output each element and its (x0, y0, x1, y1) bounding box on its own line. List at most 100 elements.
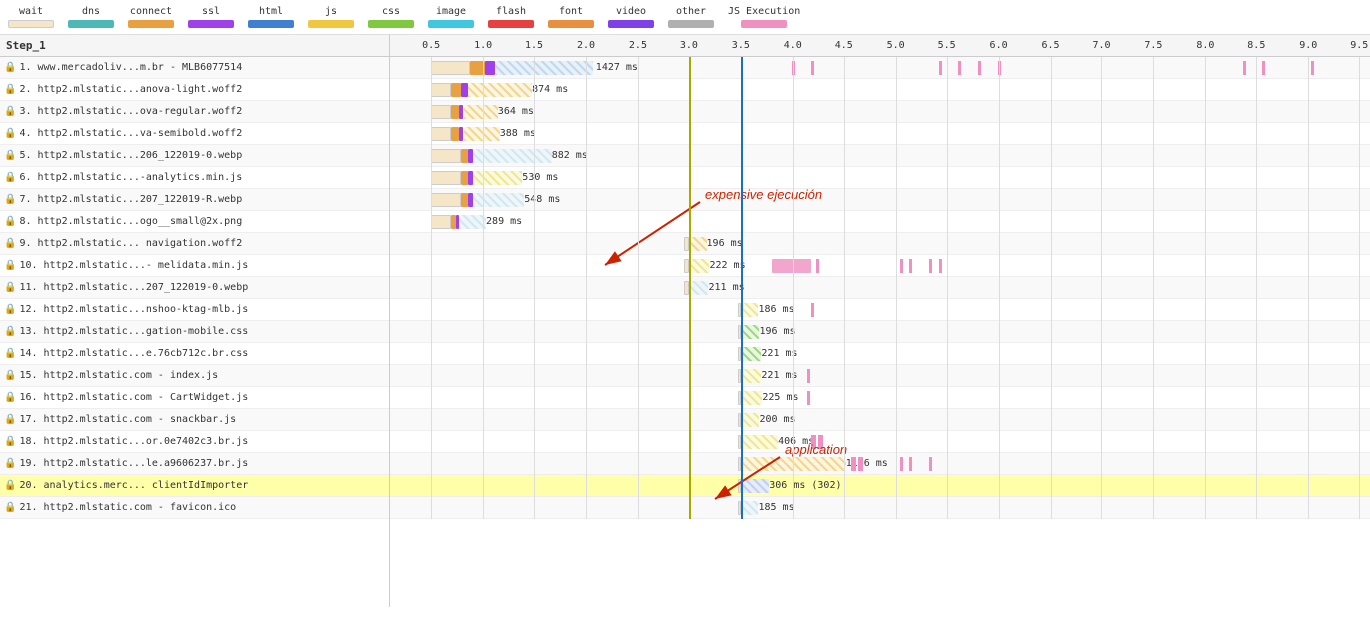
lock-icon-21: 🔒 (4, 502, 16, 513)
annotation-expensive: expensive ejecución (705, 187, 822, 202)
legend-connect: connect (128, 6, 174, 28)
request-row-15[interactable]: 🔒 15. http2.mlstatic.com - index.js (0, 365, 389, 387)
tick-8.5: 8.5 (1247, 40, 1265, 51)
lock-icon-17: 🔒 (4, 414, 16, 425)
request-row-9[interactable]: 🔒 9. http2.mlstatic... navigation.woff2 (0, 233, 389, 255)
lock-icon-12: 🔒 (4, 304, 16, 315)
tick-3.0: 3.0 (680, 40, 698, 51)
legend-font: font (548, 6, 594, 28)
tick-6.5: 6.5 (1041, 40, 1059, 51)
request-row-17[interactable]: 🔒 17. http2.mlstatic.com - snackbar.js (0, 409, 389, 431)
timeline-row-2[interactable]: 874 ms (390, 79, 1370, 101)
tick-0.5: 0.5 (422, 40, 440, 51)
lock-icon-13: 🔒 (4, 326, 16, 337)
request-row-6[interactable]: 🔒 6. http2.mlstatic...-analytics.min.js (0, 167, 389, 189)
request-name-2: 2. http2.mlstatic...anova-light.woff2 (19, 84, 242, 95)
request-row-19[interactable]: 🔒 19. http2.mlstatic...le.a9606237.br.js (0, 453, 389, 475)
legend-bar: wait dns connect ssl html js css image (0, 0, 1370, 35)
timeline-row-8[interactable]: 289 ms (390, 211, 1370, 233)
timeline-row-13[interactable]: 196 ms (390, 321, 1370, 343)
timeline-row-9[interactable]: 196 ms (390, 233, 1370, 255)
request-name-4: 4. http2.mlstatic...va-semibold.woff2 (19, 128, 242, 139)
tick-5.5: 5.5 (938, 40, 956, 51)
legend-flash-label: flash (496, 6, 526, 17)
request-name-20: 20. analytics.merc... clientIdImporter (19, 480, 248, 491)
request-row-16[interactable]: 🔒 16. http2.mlstatic.com - CartWidget.js (0, 387, 389, 409)
timeline-row-18[interactable]: 406 ms (390, 431, 1370, 453)
request-row-18[interactable]: 🔒 18. http2.mlstatic...or.0e7402c3.br.js (0, 431, 389, 453)
legend-ssl: ssl (188, 6, 234, 28)
tick-2.5: 2.5 (629, 40, 647, 51)
legend-dns-label: dns (82, 6, 100, 17)
request-row-21[interactable]: 🔒 21. http2.mlstatic.com - favicon.ico (0, 497, 389, 519)
legend-flash: flash (488, 6, 534, 28)
timeline-row-4[interactable]: 388 ms (390, 123, 1370, 145)
request-row-7[interactable]: 🔒 7. http2.mlstatic...207_122019-R.webp (0, 189, 389, 211)
lock-icon-8: 🔒 (4, 216, 16, 227)
legend-video-color (608, 20, 654, 28)
legend-ssl-color (188, 20, 234, 28)
request-row-1[interactable]: 🔒 1. www.mercadoliv...m.br - MLB6077514 (0, 57, 389, 79)
timeline-row-15[interactable]: 221 ms (390, 365, 1370, 387)
lock-icon-3: 🔒 (4, 106, 16, 117)
lock-icon-2: 🔒 (4, 84, 16, 95)
request-name-11: 11. http2.mlstatic...207_122019-0.webp (19, 282, 248, 293)
request-row-5[interactable]: 🔒 5. http2.mlstatic...206_122019-0.webp (0, 145, 389, 167)
request-row-8[interactable]: 🔒 8. http2.mlstatic...ogo__small@2x.png (0, 211, 389, 233)
legend-wait-label: wait (19, 6, 43, 17)
timeline-row-6[interactable]: 530 ms (390, 167, 1370, 189)
timeline-row-17[interactable]: 200 ms (390, 409, 1370, 431)
request-row-3[interactable]: 🔒 3. http2.mlstatic...ova-regular.woff2 (0, 101, 389, 123)
timeline-row-10[interactable]: 222 ms (390, 255, 1370, 277)
right-panel: 0.5 1.0 1.5 2.0 2.5 3.0 3.5 4.0 4.5 5.0 … (390, 35, 1370, 607)
timeline-row-1[interactable]: 1427 ms (390, 57, 1370, 79)
timeline-row-12[interactable]: 186 ms (390, 299, 1370, 321)
legend-other-label: other (676, 6, 706, 17)
request-name-5: 5. http2.mlstatic...206_122019-0.webp (19, 150, 242, 161)
timeline-row-7[interactable]: 548 ms (390, 189, 1370, 211)
legend-ssl-label: ssl (202, 6, 220, 17)
request-row-2[interactable]: 🔒 2. http2.mlstatic...anova-light.woff2 (0, 79, 389, 101)
request-name-8: 8. http2.mlstatic...ogo__small@2x.png (19, 216, 242, 227)
legend-image-label: image (436, 6, 466, 17)
tick-1.0: 1.0 (474, 40, 492, 51)
legend-html-label: html (259, 6, 283, 17)
timeline-row-11[interactable]: 211 ms (390, 277, 1370, 299)
request-name-1: 1. www.mercadoliv...m.br - MLB6077514 (19, 62, 242, 73)
lock-icon-19: 🔒 (4, 458, 16, 469)
timeline-row-3[interactable]: 364 ms (390, 101, 1370, 123)
legend-other-color (668, 20, 714, 28)
main-area: Step_1 🔒 1. www.mercadoliv...m.br - MLB6… (0, 35, 1370, 607)
request-row-20[interactable]: 🔒 20. analytics.merc... clientIdImporter (0, 475, 389, 497)
timeline-row-14[interactable]: 221 ms (390, 343, 1370, 365)
request-row-14[interactable]: 🔒 14. http2.mlstatic...e.76cb712c.br.css (0, 343, 389, 365)
request-row-13[interactable]: 🔒 13. http2.mlstatic...gation-mobile.css (0, 321, 389, 343)
step-header: Step_1 (0, 35, 389, 57)
timeline-row-21[interactable]: 185 ms (390, 497, 1370, 519)
request-name-15: 15. http2.mlstatic.com - index.js (19, 370, 218, 381)
legend-dns-color (68, 20, 114, 28)
timeline-row-16[interactable]: 225 ms (390, 387, 1370, 409)
legend-connect-color (128, 20, 174, 28)
legend-wait: wait (8, 6, 54, 28)
request-row-12[interactable]: 🔒 12. http2.mlstatic...nshoo-ktag-mlb.js (0, 299, 389, 321)
lock-icon-9: 🔒 (4, 238, 16, 249)
lock-icon-11: 🔒 (4, 282, 16, 293)
lock-icon-5: 🔒 (4, 150, 16, 161)
timeline-row-5[interactable]: 882 ms (390, 145, 1370, 167)
lock-icon-1: 🔒 (4, 62, 16, 73)
legend-js-color (308, 20, 354, 28)
timeline-row-20[interactable]: 306 ms (302) (390, 475, 1370, 497)
left-panel: Step_1 🔒 1. www.mercadoliv...m.br - MLB6… (0, 35, 390, 607)
request-row-10[interactable]: 🔒 10. http2.mlstatic...- melidata.min.js (0, 255, 389, 277)
legend-css-label: css (382, 6, 400, 17)
request-row-11[interactable]: 🔒 11. http2.mlstatic...207_122019-0.webp (0, 277, 389, 299)
lock-icon-4: 🔒 (4, 128, 16, 139)
request-row-4[interactable]: 🔒 4. http2.mlstatic...va-semibold.woff2 (0, 123, 389, 145)
legend-wait-color (8, 20, 54, 28)
tick-5.0: 5.0 (887, 40, 905, 51)
lock-icon-6: 🔒 (4, 172, 16, 183)
request-name-18: 18. http2.mlstatic...or.0e7402c3.br.js (19, 436, 248, 447)
timeline-row-19[interactable]: 1136 ms (390, 453, 1370, 475)
legend-jsexec-label: JS Execution (728, 6, 800, 17)
